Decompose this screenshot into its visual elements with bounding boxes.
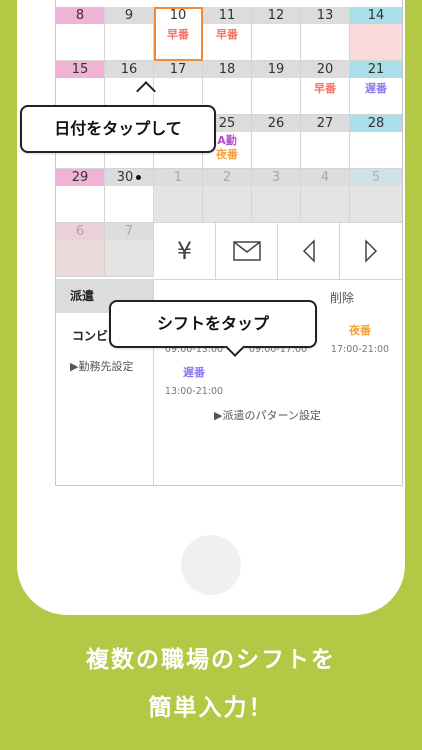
caption-line-1: 複数の職場のシフトを	[86, 647, 336, 673]
calendar-day[interactable]: 30	[105, 169, 154, 223]
yen-button[interactable]: ¥	[154, 223, 216, 279]
home-button[interactable]	[181, 535, 241, 595]
shift-label: 早番	[314, 82, 336, 95]
calendar-day[interactable]: 8	[56, 7, 105, 61]
pattern-time: 17:00-21:00	[330, 344, 390, 355]
calendar-day[interactable]: 19	[252, 61, 301, 115]
day-number: 13	[301, 7, 349, 24]
pattern-time: 13:00-21:00	[164, 386, 224, 397]
pattern-item[interactable]: 夜番 17:00-21:00	[320, 322, 400, 355]
day-number: 21	[350, 61, 402, 78]
day-number: 20	[301, 61, 349, 78]
calendar-day[interactable]: 9	[105, 7, 154, 61]
pattern-settings-link[interactable]: ▶派遣のパターン設定	[214, 407, 321, 423]
calendar-day[interactable]: 28	[350, 115, 402, 169]
shift-label: 早番	[216, 28, 238, 41]
day-number: 2	[203, 169, 251, 186]
shift-label: 早番	[167, 28, 189, 41]
pattern-name: 夜番	[349, 324, 371, 337]
calendar-day[interactable]: 12	[252, 7, 301, 61]
day-number: 27	[301, 115, 349, 132]
calendar-day-other-month[interactable]: 1	[154, 169, 203, 223]
day-number: 9	[105, 7, 153, 24]
day-number: 18	[203, 61, 251, 78]
day-number: 12	[252, 7, 300, 24]
caption-line-2: 簡単入力！	[148, 695, 274, 721]
day-number: 11	[203, 7, 251, 24]
day-number: 5	[350, 169, 402, 186]
day-number: 17	[154, 61, 202, 78]
calendar-day[interactable]: 11 早番	[203, 7, 252, 61]
day-number: 14	[350, 7, 402, 24]
day-number: 15	[56, 61, 104, 78]
calendar-day-other-month[interactable]: 4	[301, 169, 350, 223]
day-number: 7	[105, 223, 153, 240]
calendar-day-other-month[interactable]: 3	[252, 169, 301, 223]
day-number: 3	[252, 169, 300, 186]
event-dot-icon	[136, 175, 142, 180]
mail-icon	[232, 241, 261, 261]
day-number: 8	[56, 7, 104, 24]
day-number: 6	[56, 223, 104, 240]
next-month-button[interactable]	[340, 223, 402, 279]
chevron-left-icon	[302, 239, 315, 263]
callout-text: 日付をタップして	[54, 119, 182, 138]
mail-button[interactable]	[216, 223, 278, 279]
calendar-day-other-month[interactable]: 2	[203, 169, 252, 223]
calendar-day-other-month[interactable]: 7	[105, 223, 154, 277]
prev-month-button[interactable]	[278, 223, 340, 279]
day-number: 28	[350, 115, 402, 132]
calendar-day-other-month[interactable]: 5	[350, 169, 402, 223]
shift-tap-callout: シフトをタップ	[109, 300, 317, 348]
calendar-day[interactable]: 20 早番	[301, 61, 350, 115]
day-number-text: 30	[116, 170, 134, 185]
callout-text: シフトをタップ	[156, 314, 269, 333]
day-number: 19	[252, 61, 300, 78]
calendar-day[interactable]: 27	[301, 115, 350, 169]
day-number: 10	[154, 7, 202, 24]
chevron-right-icon	[365, 239, 378, 263]
day-number: 1	[154, 169, 202, 186]
delete-button[interactable]: 削除	[330, 289, 354, 306]
date-tap-callout: 日付をタップして	[20, 105, 216, 153]
pattern-item[interactable]: 遅番 13:00-21:00	[154, 364, 234, 397]
day-number: 26	[252, 115, 300, 132]
app-screen: 1 2 3 4 5 6 7 8 9 10 早番 11 早番 12 13 14 15	[55, 0, 403, 486]
pattern-name: 遅番	[183, 366, 205, 379]
calendar-day-selected[interactable]: 10 早番	[154, 7, 203, 61]
calendar-day[interactable]: 13	[301, 7, 350, 61]
calendar-day[interactable]: 14	[350, 7, 402, 61]
calendar-week: 29 30 1 2 3 4 5	[56, 169, 402, 223]
day-number: 30	[105, 169, 153, 186]
calendar-day-other-month[interactable]: 6	[56, 223, 105, 277]
workplace-settings-link[interactable]: ▶勤務先設定	[56, 358, 153, 374]
action-toolbar: ¥	[154, 222, 402, 280]
yen-icon: ¥	[176, 237, 193, 265]
calendar-day[interactable]: 21 遅番	[350, 61, 402, 115]
calendar-day[interactable]: 26	[252, 115, 301, 169]
shift-label: 遅番	[365, 82, 387, 95]
calendar-week: 8 9 10 早番 11 早番 12 13 14	[56, 7, 402, 61]
calendar-day[interactable]: 29	[56, 169, 105, 223]
day-number: 29	[56, 169, 104, 186]
day-number: 4	[301, 169, 349, 186]
day-number: 16	[105, 61, 153, 78]
